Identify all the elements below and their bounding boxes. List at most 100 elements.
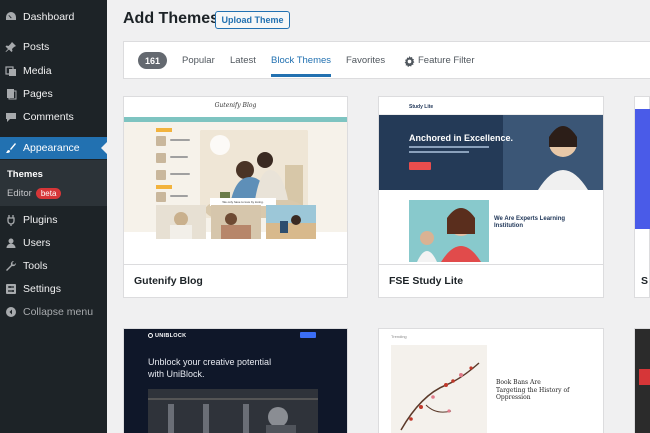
preview-hero-title: Anchored in Excellence. — [409, 133, 514, 143]
plug-icon — [5, 214, 17, 226]
preview-tag — [156, 185, 172, 189]
theme-card-fse-study-lite[interactable]: Study Lite Anchored in Excellence. We Ar… — [378, 96, 604, 298]
sidebar-item-media[interactable]: Media — [0, 60, 107, 82]
preview-photo — [156, 205, 206, 239]
preview-lower-section: We Are Experts Learning Institution — [379, 190, 603, 265]
preview-line — [170, 173, 190, 175]
dashboard-icon — [5, 11, 17, 23]
sidebar-item-settings[interactable]: Settings — [0, 278, 107, 300]
preview-nav-button — [300, 332, 316, 338]
sidebar-item-pages[interactable]: Pages — [0, 83, 107, 105]
preview-tag: Trending — [391, 334, 407, 339]
active-tab-indicator — [271, 74, 331, 77]
collapse-menu-button[interactable]: Collapse menu — [0, 301, 107, 323]
theme-count-badge: 161 — [138, 52, 167, 69]
beta-badge: beta — [35, 188, 62, 199]
comment-icon — [5, 111, 17, 123]
preview-hero: Anchored in Excellence. — [379, 115, 603, 190]
feature-filter-link[interactable]: Feature Filter — [418, 55, 475, 66]
preview-accent — [639, 369, 650, 385]
sidebar-item-dashboard[interactable]: Dashboard — [0, 6, 107, 28]
sidebar-item-posts[interactable]: Posts — [0, 36, 107, 58]
settings-icon — [5, 283, 17, 295]
tab-latest[interactable]: Latest — [230, 55, 256, 66]
theme-card-gutenify-blog[interactable]: Gutenify Blog We only have to love by lo… — [123, 96, 348, 298]
theme-name-partial: S — [641, 275, 649, 287]
sidebar-item-label: Pages — [23, 88, 53, 100]
sidebar-item-label: Collapse menu — [23, 306, 94, 318]
theme-screenshot — [635, 109, 650, 229]
upload-theme-button[interactable]: Upload Theme — [215, 11, 290, 29]
gear-icon[interactable] — [404, 54, 415, 68]
preview-photo — [266, 205, 316, 239]
preview-logo: UNIBLOCK — [148, 333, 186, 339]
theme-card-footer: Gutenify Blog — [124, 264, 347, 297]
preview-hero-button — [409, 162, 431, 170]
preview-title: Unblock your creative potential with Uni… — [148, 357, 272, 379]
user-icon — [5, 237, 17, 249]
page-title: Add Themes — [123, 10, 220, 27]
logo-circle-icon — [148, 333, 153, 338]
submenu-item-label: Editor — [7, 188, 32, 199]
pin-icon — [5, 41, 17, 53]
appearance-submenu: Themes Editor beta — [0, 160, 107, 206]
theme-name: FSE Study Lite — [389, 275, 464, 287]
preview-thumb — [156, 170, 166, 180]
sidebar-item-label: Plugins — [23, 214, 58, 226]
sidebar-item-comments[interactable]: Comments — [0, 106, 107, 128]
tab-block-themes[interactable]: Block Themes — [271, 55, 331, 66]
theme-screenshot[interactable]: Gutenify Blog We only have to love by lo… — [124, 97, 347, 265]
preview-brand: Study Lite — [409, 104, 434, 110]
sidebar-item-users[interactable]: Users — [0, 232, 107, 254]
preview-headline: We Are Experts Learning Institution — [494, 216, 566, 230]
sidebar-item-label: Posts — [23, 41, 50, 53]
sidebar-item-label: Dashboard — [23, 11, 75, 23]
collapse-icon — [5, 306, 17, 318]
preview-hero-text — [409, 146, 489, 148]
sidebar-item-appearance[interactable]: Appearance — [0, 137, 107, 159]
theme-screenshot[interactable]: Study Lite Anchored in Excellence. We Ar… — [379, 97, 603, 265]
sidebar-item-label: Media — [23, 65, 52, 77]
submenu-item-themes[interactable]: Themes — [7, 169, 43, 180]
theme-card-partial[interactable]: S — [634, 96, 650, 298]
tab-popular[interactable]: Popular — [182, 55, 215, 66]
sidebar-item-label: Comments — [23, 111, 74, 123]
sidebar-item-label: Users — [23, 237, 51, 249]
theme-name: Gutenify Blog — [134, 275, 203, 287]
preview-photo — [211, 205, 261, 239]
preview-logo: Gutenify Blog — [214, 102, 257, 109]
preview-title: Book Bans Are Targeting the History of O… — [496, 379, 570, 401]
theme-filter-bar: 161 Popular Latest Block Themes Favorite… — [123, 41, 650, 79]
preview-line — [170, 195, 188, 197]
sidebar-item-plugins[interactable]: Plugins — [0, 209, 107, 231]
theme-card-book-bans[interactable]: Trending Book Bans Are Targeting the His… — [378, 328, 604, 433]
wrench-icon — [5, 260, 17, 272]
theme-screenshot[interactable]: Trending Book Bans Are Targeting the His… — [379, 329, 603, 433]
preview-line — [170, 139, 190, 141]
submenu-item-editor[interactable]: Editor beta — [7, 188, 62, 199]
preview-thumb — [156, 153, 166, 163]
media-icon — [5, 65, 17, 77]
preview-tag — [156, 128, 172, 132]
theme-screenshot[interactable]: UNIBLOCK Unblock your creative potential… — [124, 329, 347, 433]
sidebar-item-tools[interactable]: Tools — [0, 255, 107, 277]
preview-thumb — [156, 192, 166, 202]
theme-card-uniblock[interactable]: UNIBLOCK Unblock your creative potential… — [123, 328, 348, 433]
active-indicator — [101, 142, 107, 154]
preview-line — [170, 156, 188, 158]
theme-card-partial[interactable] — [634, 328, 650, 433]
preview-thumb — [156, 136, 166, 146]
sidebar-item-label: Settings — [23, 283, 61, 295]
pages-icon — [5, 88, 17, 100]
admin-sidebar: Dashboard Posts Media Pages Comments App… — [0, 0, 107, 433]
theme-card-footer: FSE Study Lite — [379, 264, 603, 297]
preview-hero-text — [409, 151, 469, 153]
sidebar-item-label: Appearance — [23, 142, 80, 154]
brush-icon — [5, 142, 17, 154]
preview-logo-text: UNIBLOCK — [155, 333, 187, 339]
preview-artwork — [391, 345, 487, 433]
preview-photo — [148, 389, 318, 433]
tab-favorites[interactable]: Favorites — [346, 55, 385, 66]
preview-student-image — [409, 200, 489, 262]
preview-nav-bar: Study Lite — [379, 97, 603, 115]
